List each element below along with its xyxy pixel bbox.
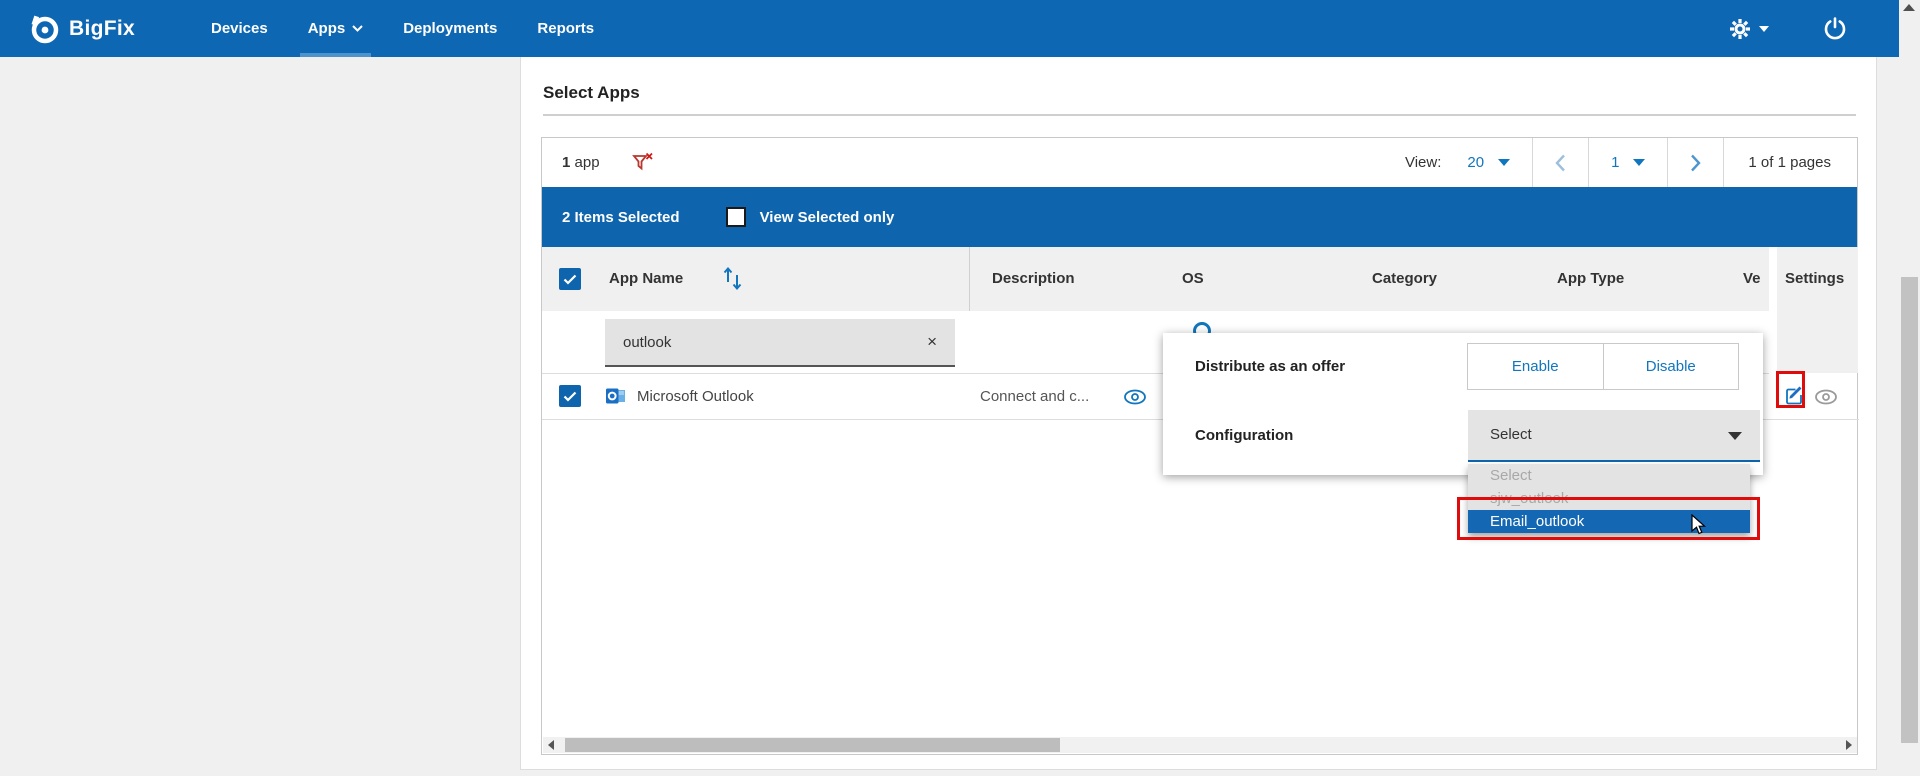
view-selected-checkbox[interactable] [726,207,746,227]
description-cell: Connect and c... [980,373,1089,420]
page-number-caret-icon [1633,159,1645,166]
nav-apps[interactable]: Apps [288,0,384,57]
nav-reports[interactable]: Reports [517,0,614,57]
page-number-select[interactable]: 1 [1589,138,1667,187]
offer-toggle-group: Enable Disable [1467,343,1739,390]
app-name-cell[interactable]: Microsoft Outlook [637,373,754,420]
chevron-down-icon [352,25,363,32]
column-header-description[interactable]: Description [992,247,1075,311]
view-label: View: [1405,154,1441,171]
app-count: 1 app [562,154,600,171]
column-header-app-type[interactable]: App Type [1557,247,1624,311]
brand-name: BigFix [69,17,135,41]
scroll-right-arrow-icon[interactable] [1846,740,1852,750]
prev-page-button[interactable] [1533,138,1588,187]
select-all-checkbox[interactable] [559,268,581,290]
column-header-os[interactable]: OS [1182,247,1204,311]
table-toolbar: 1 app View: 20 [542,138,1857,187]
outlook-app-icon [606,386,626,406]
annotation-box-email-outlook [1457,497,1760,540]
page-size-caret-icon[interactable] [1498,159,1510,166]
view-description-eye-icon[interactable] [1123,389,1147,405]
next-page-button[interactable] [1668,138,1723,187]
disable-button[interactable]: Disable [1603,344,1739,389]
nav-deployments[interactable]: Deployments [383,0,517,57]
sort-icon[interactable] [720,265,746,293]
selection-bar: 2 Items Selected View Selected only [542,187,1857,247]
items-selected-text: 2 Items Selected [562,209,680,226]
navbar-actions [1729,17,1847,41]
chevron-left-icon [1555,154,1566,172]
clear-filter-icon[interactable] [632,152,654,173]
select-caret-icon [1728,432,1742,440]
power-icon[interactable] [1823,17,1847,41]
annotation-box-edit-icon [1776,371,1805,408]
bigfix-logo[interactable]: BigFix [30,14,135,44]
column-header-settings: Settings [1785,247,1844,311]
page-scrollbar[interactable] [1899,0,1920,776]
gear-icon [1729,18,1751,40]
title-divider [543,114,1856,116]
page-title: Select Apps [543,83,640,103]
pagination: View: 20 1 [1405,138,1857,187]
horizontal-scrollbar-thumb[interactable] [565,738,1060,752]
column-header-category[interactable]: Category [1372,247,1437,311]
app-name-filter-input[interactable]: outlook × [605,319,955,367]
bigfix-logo-icon [30,14,60,44]
mouse-cursor [1691,514,1707,536]
page-size-value[interactable]: 20 [1467,154,1484,171]
enable-button[interactable]: Enable [1468,344,1603,389]
nav-devices[interactable]: Devices [191,0,288,57]
distribute-offer-label: Distribute as an offer [1195,333,1345,400]
clear-input-icon[interactable]: × [927,332,937,352]
check-icon [563,274,577,285]
column-header-version-truncated[interactable]: Ve [1743,247,1761,311]
table-horizontal-scrollbar[interactable] [543,737,1857,753]
check-icon [563,391,577,402]
configuration-select-value: Select [1490,410,1532,460]
chevron-right-icon [1690,154,1701,172]
pages-indicator: 1 of 1 pages [1724,154,1857,171]
configuration-label: Configuration [1195,410,1293,462]
column-header-app-name[interactable]: App Name [609,247,683,311]
app-settings-popup: Distribute as an offer Enable Disable Co… [1163,333,1763,475]
settings-menu-button[interactable] [1729,18,1769,40]
screen: BigFix Devices Apps Deployments Reports [0,0,1920,776]
view-settings-eye-icon[interactable] [1814,389,1838,405]
option-select[interactable]: Select [1468,464,1750,487]
configuration-select[interactable]: Select [1468,410,1760,462]
page-scrollbar-thumb[interactable] [1901,277,1918,743]
row-checkbox[interactable] [559,385,581,407]
scroll-up-arrow-icon[interactable] [1903,4,1915,11]
main-nav: Devices Apps Deployments Reports [191,0,614,57]
scroll-left-arrow-icon[interactable] [548,740,554,750]
filter-value: outlook [623,334,671,351]
top-navbar: BigFix Devices Apps Deployments Reports [0,0,1899,57]
view-selected-label: View Selected only [760,209,895,226]
chevron-down-icon [1759,26,1769,32]
